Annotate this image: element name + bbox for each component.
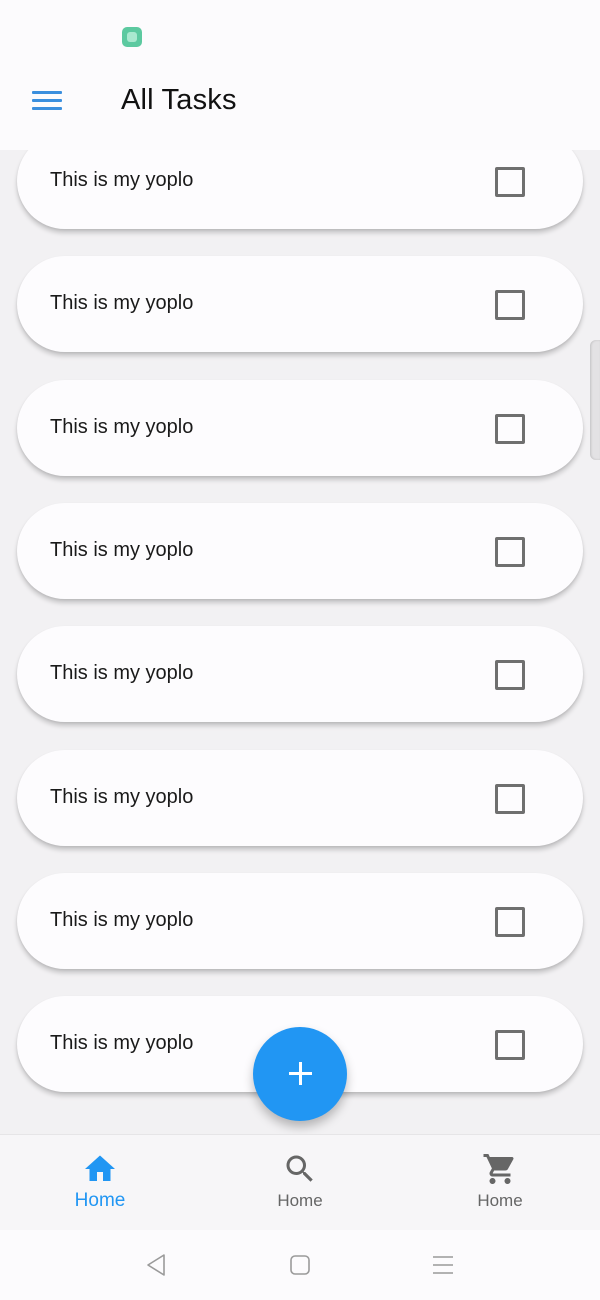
home-icon [85, 1155, 115, 1181]
task-label: This is my yoplo [50, 292, 194, 314]
cart-icon [483, 1154, 514, 1184]
task-label: This is my yoplo [50, 1032, 194, 1054]
search-icon [286, 1155, 313, 1182]
nav-item-cart[interactable]: Home [400, 1135, 600, 1231]
task-checkbox[interactable] [495, 1030, 525, 1060]
task-item[interactable]: This is my yoplo [17, 503, 583, 599]
task-item[interactable]: This is my yoplo [17, 873, 583, 969]
system-navigation-bar [0, 1230, 600, 1300]
nav-item-search[interactable]: Home [200, 1135, 400, 1231]
task-checkbox[interactable] [495, 414, 525, 444]
task-checkbox[interactable] [495, 290, 525, 320]
task-label: This is my yoplo [50, 416, 194, 438]
menu-line [32, 91, 62, 94]
task-item[interactable]: This is my yoplo [17, 380, 583, 476]
scrollbar-thumb[interactable] [590, 340, 600, 460]
nav-item-home[interactable]: Home [0, 1135, 200, 1231]
home-square-icon[interactable] [285, 1250, 315, 1280]
task-checkbox[interactable] [495, 907, 525, 937]
task-checkbox[interactable] [495, 784, 525, 814]
back-triangle-icon[interactable] [142, 1250, 172, 1280]
task-item[interactable]: This is my yoplo [17, 750, 583, 846]
add-task-button[interactable] [253, 1027, 347, 1121]
task-label: This is my yoplo [50, 662, 194, 684]
bottom-navigation: Home Home Home [0, 1134, 600, 1231]
task-label: This is my yoplo [50, 786, 194, 808]
task-item[interactable]: This is my yoplo [17, 256, 583, 352]
recents-lines-icon[interactable] [428, 1250, 458, 1280]
task-checkbox[interactable] [495, 537, 525, 567]
task-label: This is my yoplo [50, 169, 194, 191]
plus-icon [299, 1062, 302, 1085]
task-label: This is my yoplo [50, 539, 194, 561]
nav-label: Home [74, 1190, 126, 1211]
hamburger-menu-icon[interactable] [28, 88, 66, 114]
nav-label: Home [477, 1191, 523, 1210]
task-item[interactable]: This is my yoplo [17, 150, 583, 229]
task-list[interactable]: This is my yoplo This is my yoplo This i… [0, 150, 600, 1134]
menu-line [32, 107, 62, 110]
task-label: This is my yoplo [50, 909, 194, 931]
nav-label: Home [277, 1191, 323, 1210]
task-checkbox[interactable] [495, 660, 525, 690]
page-title: All Tasks [121, 84, 237, 116]
menu-line [32, 99, 62, 102]
task-checkbox[interactable] [495, 167, 525, 197]
task-item[interactable]: This is my yoplo [17, 626, 583, 722]
status-bar [0, 0, 600, 70]
app-notification-icon [122, 27, 142, 47]
app-bar [0, 70, 600, 150]
